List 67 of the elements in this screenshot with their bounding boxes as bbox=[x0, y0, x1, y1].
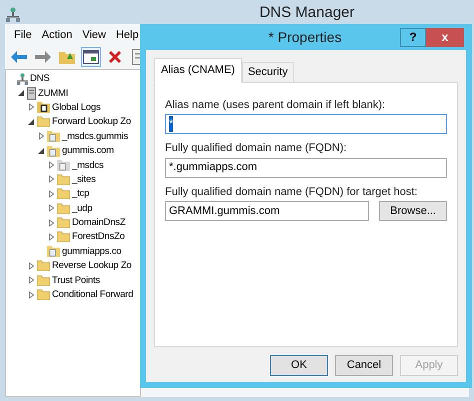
help-button[interactable]: ? bbox=[400, 28, 426, 46]
collapsed-icon[interactable] bbox=[47, 189, 55, 198]
menu-item[interactable]: File bbox=[9, 26, 37, 44]
tree-item[interactable]: gummis.com bbox=[62, 144, 114, 158]
tree-item[interactable]: _msdcs bbox=[72, 158, 104, 172]
field-label: Fully qualified domain name (FQDN): bbox=[165, 141, 348, 156]
close-button[interactable]: x bbox=[426, 28, 464, 46]
dialog-button[interactable]: OK bbox=[270, 355, 328, 376]
window-icon[interactable] bbox=[81, 46, 101, 66]
collapsed-icon[interactable] bbox=[47, 232, 55, 242]
app-icon bbox=[6, 5, 20, 23]
window-title: DNS Manager bbox=[259, 2, 355, 23]
tree-item[interactable]: Conditional Forward bbox=[52, 288, 134, 302]
folder-icon bbox=[57, 188, 70, 200]
network-icon bbox=[17, 72, 28, 85]
tab[interactable]: Alias (CNAME) bbox=[154, 58, 242, 82]
expanded-icon[interactable] bbox=[27, 117, 35, 126]
menu-item[interactable]: View bbox=[77, 26, 111, 44]
collapsed-icon[interactable] bbox=[27, 261, 35, 270]
expanded-icon[interactable] bbox=[37, 146, 45, 156]
tree-item[interactable]: Global Logs bbox=[52, 100, 101, 114]
collapsed-icon[interactable] bbox=[47, 160, 55, 170]
tree-item[interactable]: Forward Lookup Zo bbox=[52, 115, 131, 128]
dialog-button[interactable]: Cancel bbox=[335, 355, 393, 376]
dialog-title: * Properties bbox=[267, 28, 343, 47]
tree-item[interactable]: ForestDnsZo bbox=[72, 230, 125, 244]
expanded-icon[interactable] bbox=[17, 88, 25, 98]
collapsed-icon[interactable] bbox=[27, 102, 35, 112]
collapsed-icon[interactable] bbox=[27, 276, 35, 285]
collapsed-icon[interactable] bbox=[47, 174, 55, 184]
tree-item[interactable]: _tcp bbox=[72, 187, 90, 200]
input-field[interactable]: * bbox=[165, 114, 447, 134]
browse-button[interactable]: Browse... bbox=[379, 201, 447, 221]
tree-item[interactable]: _sites bbox=[72, 172, 96, 186]
tree-item[interactable]: Reverse Lookup Zo bbox=[52, 259, 132, 272]
folder-icon bbox=[57, 231, 70, 242]
tree-item[interactable]: _udp bbox=[72, 202, 92, 215]
menu-item[interactable]: Help bbox=[110, 26, 144, 44]
input-field[interactable]: *.gummiapps.com bbox=[165, 158, 447, 178]
zone-folder-icon bbox=[47, 144, 60, 157]
folder-icon bbox=[37, 116, 50, 128]
input-field[interactable]: GRAMMI.gummis.com bbox=[165, 201, 370, 221]
tab[interactable]: Security bbox=[242, 62, 294, 82]
collapsed-icon[interactable] bbox=[47, 218, 55, 228]
folder-icon bbox=[37, 274, 50, 286]
field-label: Fully qualified domain name (FQDN) for target host: bbox=[165, 184, 418, 200]
folder-icon bbox=[57, 174, 70, 185]
menu-item[interactable]: Action bbox=[36, 26, 78, 44]
zone-folder-icon bbox=[47, 130, 60, 142]
field-label: Alias name (uses parent domain if left blank): bbox=[165, 98, 386, 112]
tree-item[interactable]: gummiapps.co bbox=[62, 244, 122, 258]
folder-icon bbox=[57, 217, 70, 228]
log-folder-icon bbox=[37, 101, 50, 114]
tree-item[interactable]: Trust Points bbox=[52, 274, 100, 287]
tree-item[interactable]: ZUMMI bbox=[38, 86, 68, 100]
zone-folder-icon bbox=[47, 245, 60, 258]
folder-icon bbox=[57, 202, 70, 214]
folder-icon bbox=[37, 260, 50, 272]
tree-item[interactable]: DNS bbox=[30, 72, 50, 86]
folder-icon bbox=[37, 289, 50, 300]
zone-folder-icon bbox=[57, 159, 70, 172]
tree-item[interactable]: _msdcs.gummis bbox=[62, 130, 128, 143]
collapsed-icon[interactable] bbox=[27, 290, 35, 300]
collapsed-icon[interactable] bbox=[37, 132, 45, 141]
collapsed-icon[interactable] bbox=[47, 204, 55, 213]
tree-item[interactable]: DomainDnsZ bbox=[72, 216, 126, 230]
server-icon bbox=[27, 86, 36, 100]
